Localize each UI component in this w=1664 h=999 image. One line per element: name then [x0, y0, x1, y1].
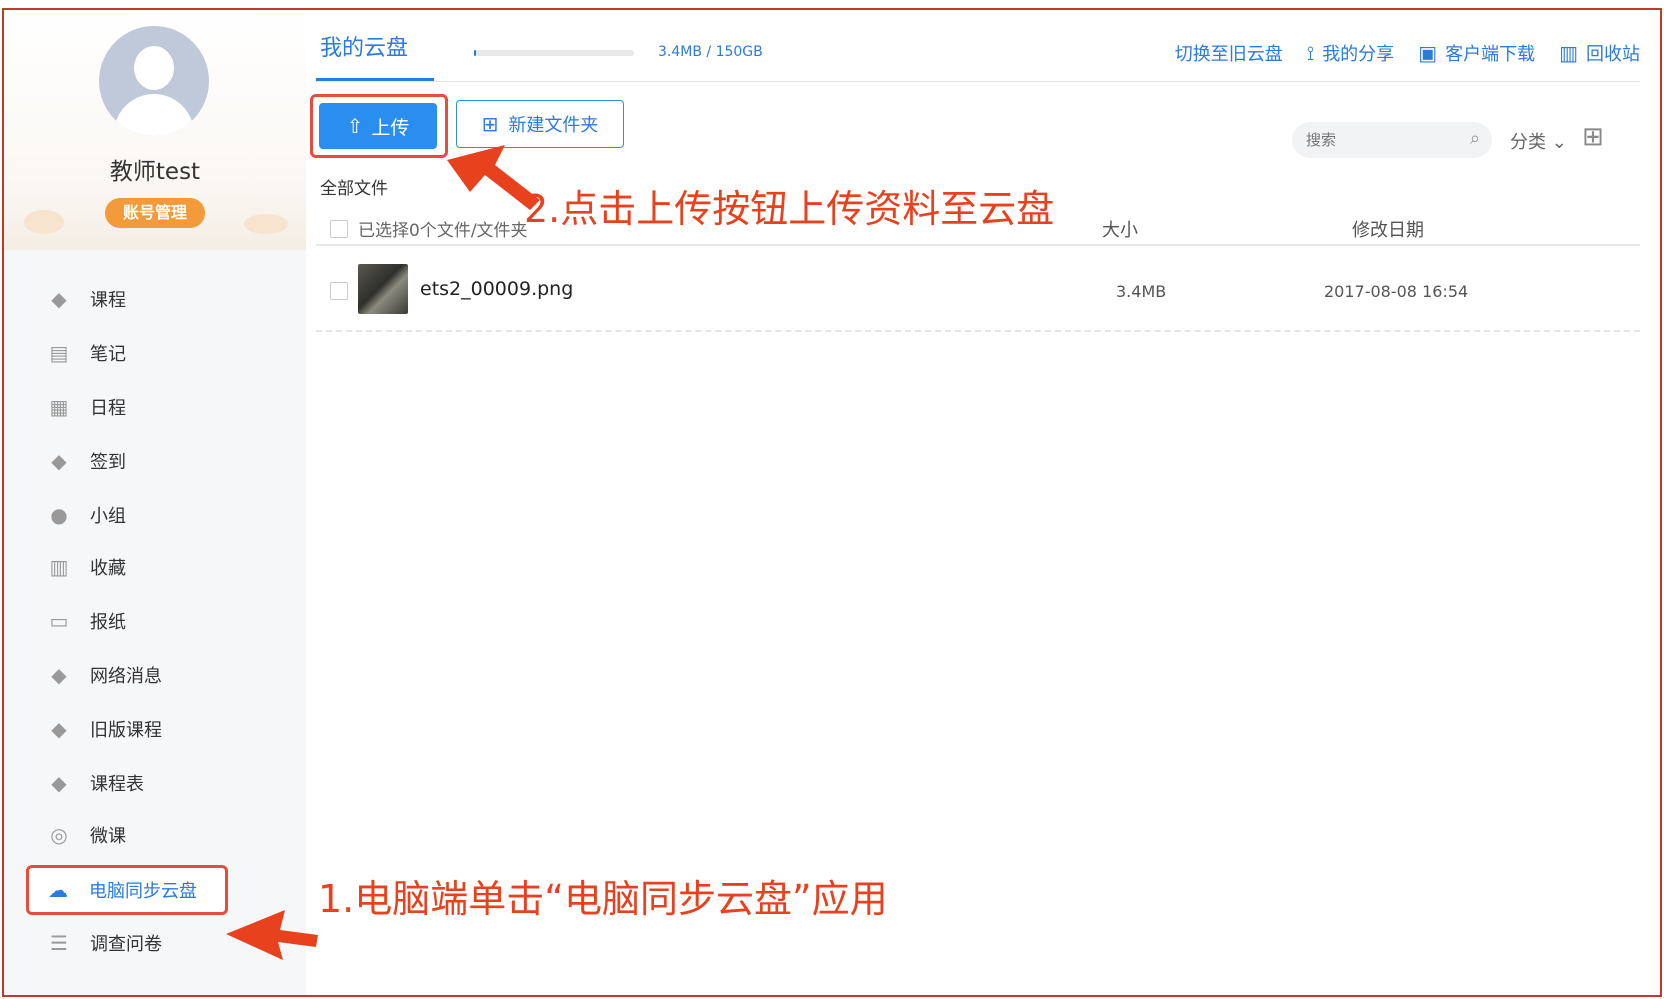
sidebar-item-note[interactable]: ▤ 笔记	[26, 331, 226, 375]
select-all-checkbox[interactable]	[330, 220, 348, 238]
avatar[interactable]	[99, 26, 209, 136]
calendar-icon: ▦	[49, 395, 69, 419]
sidebar-item-course[interactable]: ◆ 课程	[26, 277, 226, 321]
file-name[interactable]: ets2_00009.png	[420, 278, 573, 300]
chevron-down-icon: ⌄	[1551, 132, 1567, 153]
sidebar-item-label: 课程表	[90, 774, 144, 795]
upload-label: 上传	[371, 116, 410, 139]
share-icon: ⟟	[1306, 41, 1315, 65]
switch-old-cloud-label: 切换至旧云盘	[1174, 44, 1283, 65]
search-icon[interactable]: ⌕	[1470, 128, 1480, 149]
file-date: 2017-08-08 16:54	[1324, 282, 1469, 301]
username: 教师test	[109, 159, 201, 185]
trash-icon: ▥	[1559, 41, 1578, 65]
sidebar-item-label: 网络消息	[90, 666, 162, 687]
monitor-icon: ▣	[1418, 41, 1438, 65]
folder-plus-icon: ⊞	[481, 112, 499, 136]
search-input[interactable]	[1306, 128, 1456, 152]
column-header-date[interactable]: 修改日期	[1352, 216, 1424, 242]
account-management-button[interactable]: 账号管理	[105, 198, 205, 228]
new-folder-label: 新建文件夹	[508, 115, 599, 136]
storage-progress-bar	[474, 50, 634, 56]
note-icon: ▤	[49, 341, 69, 365]
grid-view-icon[interactable]: ⊞	[1582, 122, 1604, 152]
newspaper-icon: ▭	[49, 609, 69, 633]
column-header-size[interactable]: 大小	[1102, 216, 1138, 242]
tab-my-cloud[interactable]: 我的云盘	[320, 30, 408, 62]
sidebar-item-microcourse[interactable]: ◎ 微课	[26, 813, 226, 857]
storage-usage-text: 3.4MB / 150GB	[658, 44, 763, 60]
checkin-icon: ◆	[51, 449, 67, 473]
sidebar-item-label: 调查问卷	[90, 934, 162, 955]
row-checkbox[interactable]	[330, 282, 348, 300]
file-thumbnail	[358, 264, 408, 314]
selection-count: 已选择0个文件/文件夹	[358, 221, 528, 241]
sidebar-item-newspaper[interactable]: ▭ 报纸	[26, 599, 226, 643]
annotation-step2: 2.点击上传按钮上传资料至云盘	[524, 187, 1055, 231]
news-icon: ◆	[51, 663, 67, 687]
cloud-icon: ☁	[48, 878, 68, 902]
app-window: 教师test 账号管理 ◆ 课程 ▤ 笔记 ▦ 日程 ◆ 签到 ● 小组 ▥ 收…	[2, 8, 1662, 997]
breadcrumb[interactable]: 全部文件	[320, 174, 388, 199]
sidebar-item-label: 收藏	[90, 558, 126, 579]
divider	[316, 81, 1640, 82]
decoration	[244, 214, 288, 234]
sidebar-item-label: 报纸	[90, 612, 126, 633]
sidebar-item-old-course[interactable]: ◆ 旧版课程	[26, 707, 226, 751]
sidebar-item-label: 旧版课程	[90, 720, 162, 741]
sidebar-item-label: 签到	[90, 452, 126, 473]
sidebar-item-survey[interactable]: ☰ 调查问卷	[26, 921, 226, 965]
old-course-icon: ◆	[51, 717, 67, 741]
new-folder-button[interactable]: ⊞ 新建文件夹	[456, 100, 624, 148]
sidebar-item-cloud-sync[interactable]: ☁ 电脑同步云盘	[26, 865, 228, 915]
recycle-bin-link[interactable]: ▥ 回收站	[1559, 40, 1640, 66]
sidebar-item-news[interactable]: ◆ 网络消息	[26, 653, 226, 697]
header-links: 切换至旧云盘 ⟟ 我的分享 ▣ 客户端下载 ▥ 回收站	[1151, 40, 1640, 66]
sidebar-item-checkin[interactable]: ◆ 签到	[26, 439, 226, 483]
switch-old-cloud-link[interactable]: 切换至旧云盘	[1175, 40, 1283, 66]
client-download-link[interactable]: ▣ 客户端下载	[1418, 40, 1535, 66]
sidebar-item-schedule[interactable]: ▦ 日程	[26, 385, 226, 429]
sidebar: 教师test 账号管理 ◆ 课程 ▤ 笔记 ▦ 日程 ◆ 签到 ● 小组 ▥ 收…	[4, 10, 306, 995]
avatar-head	[134, 46, 174, 90]
sidebar-item-label: 课程	[90, 290, 126, 311]
recycle-bin-label: 回收站	[1586, 44, 1640, 65]
storage-progress-fill	[474, 50, 476, 56]
sidebar-item-label: 微课	[90, 826, 126, 847]
survey-icon: ☰	[50, 931, 68, 955]
avatar-body	[114, 94, 194, 136]
eye-icon: ◎	[50, 823, 68, 847]
table-row[interactable]: ets2_00009.png 3.4MB 2017-08-08 16:54	[316, 252, 1640, 332]
my-share-link[interactable]: ⟟ 我的分享	[1307, 40, 1394, 66]
sidebar-item-group[interactable]: ● 小组	[26, 493, 226, 537]
category-label: 分类	[1510, 132, 1546, 153]
decoration	[24, 210, 64, 234]
category-dropdown[interactable]: 分类 ⌄	[1510, 128, 1567, 154]
sidebar-item-timetable[interactable]: ◆ 课程表	[26, 761, 226, 805]
group-icon: ●	[50, 503, 68, 527]
sidebar-item-label: 电脑同步云盘	[89, 881, 197, 902]
profile-panel: 教师test 账号管理	[4, 10, 306, 250]
sidebar-item-label: 小组	[90, 506, 126, 527]
upload-button[interactable]: ⇧ 上传	[319, 103, 437, 149]
upload-highlight: ⇧ 上传	[310, 94, 448, 158]
upload-icon: ⇧	[346, 114, 364, 138]
sidebar-item-label: 笔记	[90, 344, 126, 365]
my-share-label: 我的分享	[1322, 44, 1395, 65]
sidebar-item-label: 日程	[90, 398, 126, 419]
timetable-icon: ◆	[51, 771, 67, 795]
bookmark-icon: ▥	[49, 555, 69, 579]
search-box: ⌕	[1292, 122, 1492, 158]
client-download-label: 客户端下载	[1445, 44, 1536, 65]
file-size: 3.4MB	[1116, 282, 1167, 301]
sidebar-item-favorites[interactable]: ▥ 收藏	[26, 545, 226, 589]
main-panel: 我的云盘 3.4MB / 150GB 切换至旧云盘 ⟟ 我的分享 ▣ 客户端下载…	[306, 10, 1660, 995]
annotation-step1: 1.电脑端单击“电脑同步云盘”应用	[318, 877, 888, 921]
course-icon: ◆	[51, 287, 67, 311]
